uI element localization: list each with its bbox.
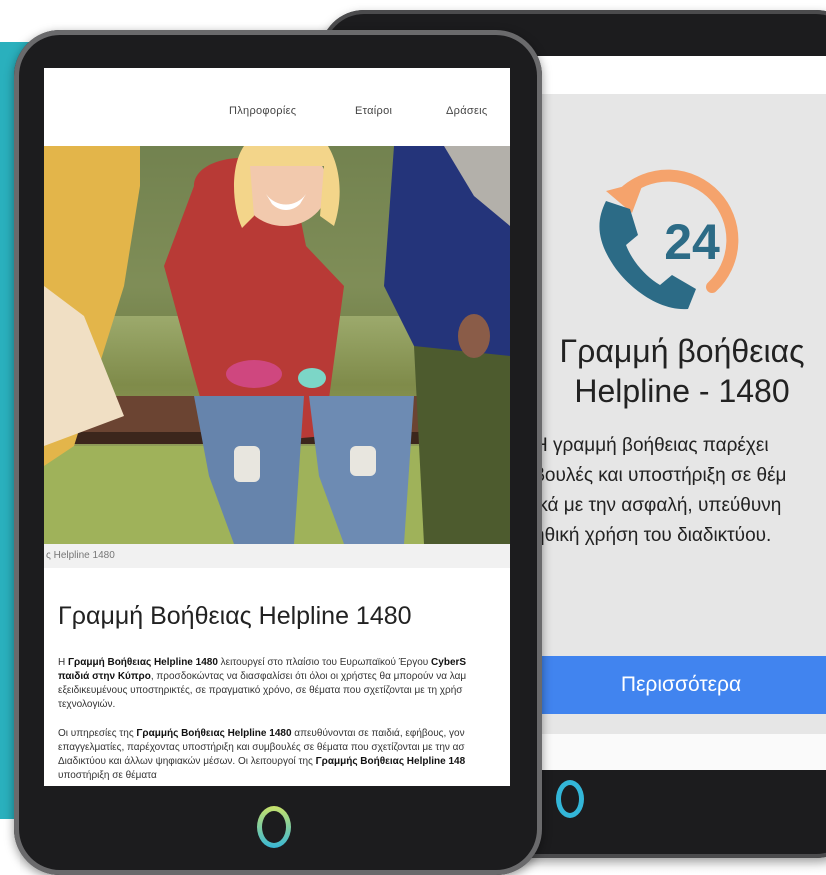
- article-paragraph-2: Οι υπηρεσίες της Γραμμής Βοήθειας Helpli…: [58, 727, 510, 783]
- people-on-bench-illustration: [44, 146, 510, 544]
- text-span: Διαδικτύου και άλλων ψηφιακών μέσων. Οι …: [58, 756, 316, 767]
- paragraph-line: Η Γραμμή Βοήθειας Helpline 1480 λειτουργ…: [58, 656, 510, 670]
- nav-link-info[interactable]: Πληροφορίες: [229, 105, 296, 117]
- back-screen-footer: [524, 734, 826, 770]
- text-span: απευθύνονται σε παιδιά, εφήβους, γον: [291, 728, 465, 739]
- back-screen-topbar: [524, 56, 826, 94]
- back-desc-line: βουλές και υποστήριξη σε θέμ: [534, 465, 787, 486]
- bold-text: Γραμμής Βοήθειας Helpline 1480: [136, 728, 292, 739]
- back-desc-line: Η γραμμή βοήθειας παρέχει: [534, 435, 769, 456]
- site-navbar: Πληροφορίες Εταίροι Δράσεις: [44, 68, 510, 146]
- article-title: Γραμμή Βοήθειας Helpline 1480: [58, 602, 412, 630]
- text-span: λειτουργεί στο πλαίσιο του Ευρωπαϊκού Έρ…: [217, 657, 432, 668]
- paragraph-line: Οι υπηρεσίες της Γραμμής Βοήθειας Helpli…: [58, 727, 510, 741]
- nav-link-actions[interactable]: Δράσεις: [446, 105, 488, 117]
- paragraph-line: επαγγελματίες, παρέχοντας υποστήριξη και…: [58, 742, 465, 753]
- back-tablet-screen: 24 Γραμμή βοήθειας Helpline - 1480 Η γρα…: [524, 56, 826, 770]
- article-paragraph-1: Η Γραμμή Βοήθειας Helpline 1480 λειτουργ…: [58, 656, 510, 712]
- icon-number: 24: [664, 214, 720, 270]
- bold-text: παιδιά στην Κύπρο: [58, 671, 151, 682]
- hero-photo: [44, 146, 510, 544]
- paragraph-line: υποστήριξη σε θέματα: [58, 770, 157, 781]
- paragraph-line: παιδιά στην Κύπρο, προσδοκώντας να διασφ…: [58, 670, 510, 684]
- back-title-line1: Γραμμή βοήθειας: [559, 333, 805, 369]
- more-button[interactable]: Περισσότερα: [536, 656, 826, 714]
- back-desc-line: ηθική χρήση του διαδικτύου.: [534, 525, 772, 546]
- back-home-button[interactable]: [556, 780, 584, 818]
- text-span: , προσδοκώντας να διασφαλίσει ότι όλοι ο…: [150, 671, 467, 682]
- paragraph-line: εξειδικευμένους υποστηρικτές, σε πραγματ…: [58, 685, 463, 696]
- back-title-line2: Helpline - 1480: [574, 373, 790, 409]
- back-description: Η γραμμή βοήθειας παρέχει βουλές και υπο…: [534, 431, 826, 551]
- paragraph-line: Διαδικτύου και άλλων ψηφιακών μέσων. Οι …: [58, 755, 510, 769]
- front-home-button[interactable]: [257, 806, 291, 848]
- bold-text: CyberS: [431, 657, 467, 668]
- nav-link-partners[interactable]: Εταίροι: [355, 105, 392, 117]
- back-desc-line: ικά με την ασφαλή, υπεύθυνη: [534, 495, 782, 516]
- bold-text: Γραμμής Βοήθειας Helpline 148: [315, 756, 466, 767]
- photo-caption: ς Helpline 1480: [44, 544, 510, 568]
- text-span: Οι υπηρεσίες της: [58, 728, 137, 739]
- 24h-phone-icon: 24: [599, 169, 739, 310]
- front-tablet-screen: Πληροφορίες Εταίροι Δράσεις ς Helpline 1…: [44, 68, 510, 786]
- text-span: Η: [58, 657, 68, 668]
- bold-text: Γραμμή Βοήθειας Helpline 1480: [68, 657, 218, 668]
- paragraph-line: τεχνολογιών.: [58, 699, 116, 710]
- back-title: Γραμμή βοήθειας Helpline - 1480: [532, 331, 826, 411]
